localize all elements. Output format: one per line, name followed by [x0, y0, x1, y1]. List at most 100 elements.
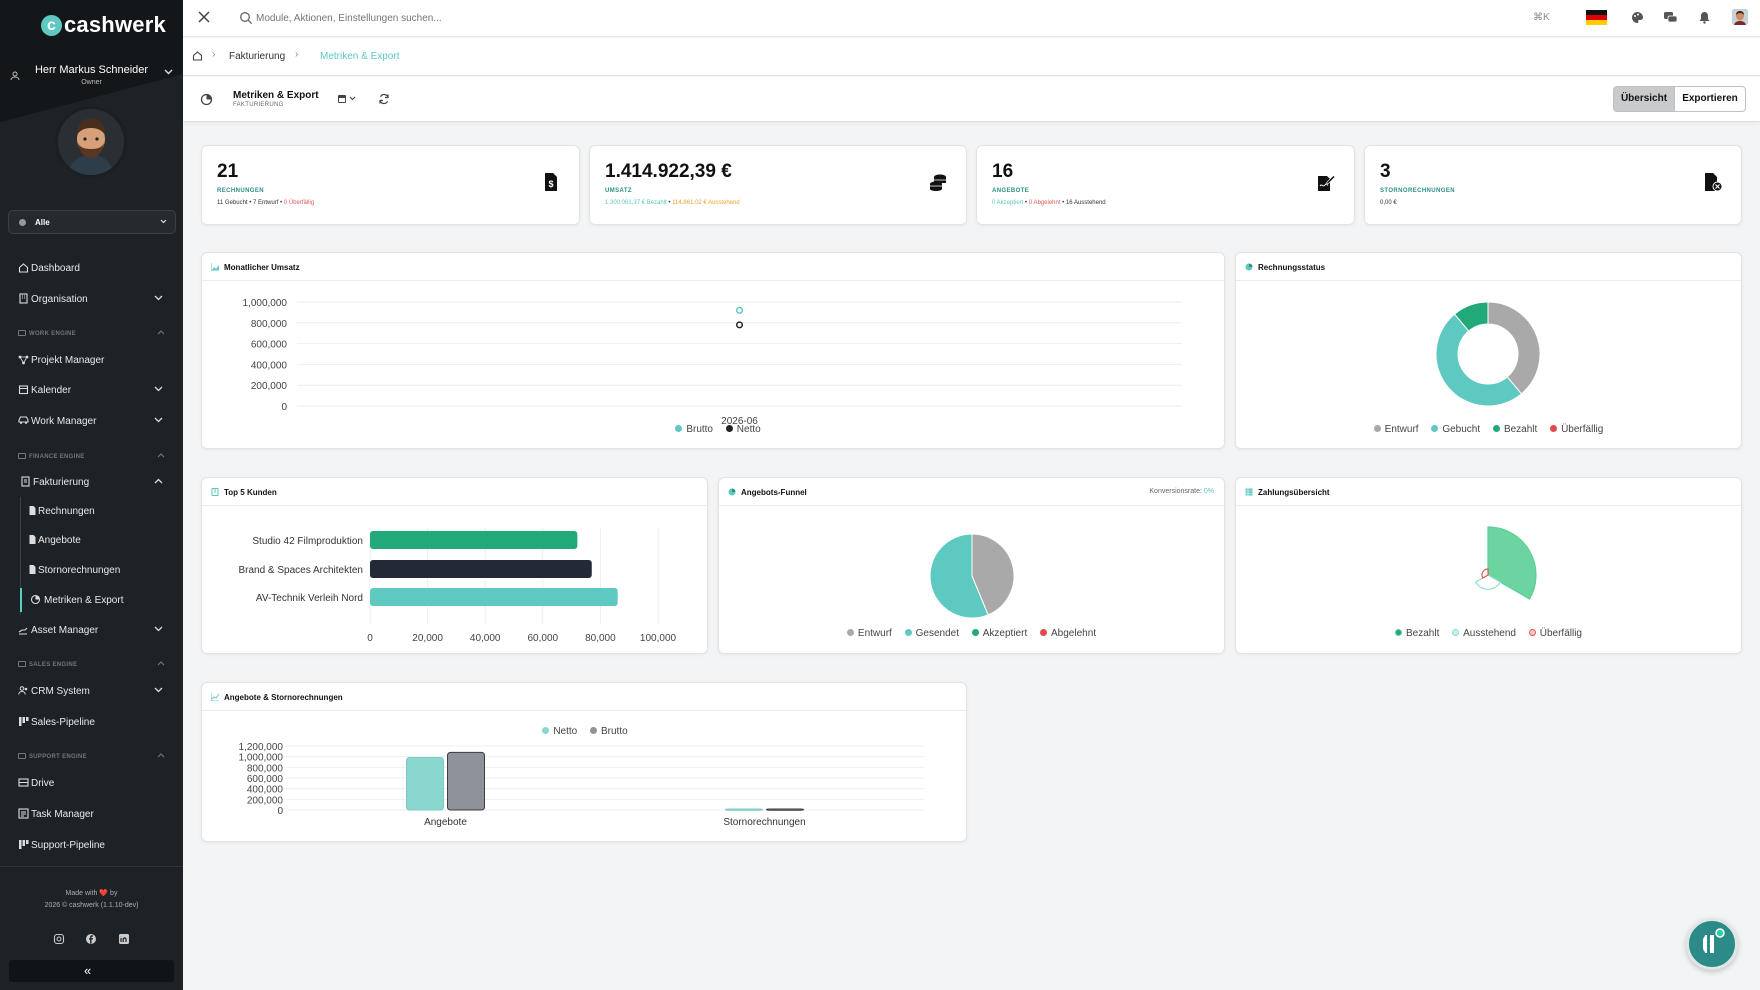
legend-item[interactable]: Entwurf: [846, 628, 892, 639]
legend-item[interactable]: Überfällig: [1528, 628, 1582, 639]
sidebar-footer: Made with ❤️ by 2026 © cashwerk (1.1.10-…: [0, 888, 183, 912]
legend-item[interactable]: Abgelehnt: [1040, 628, 1096, 639]
panel-offer-funnel: Angebots-Funnel Konversionsrate: 0% Entw…: [718, 477, 1225, 654]
close-icon[interactable]: [197, 10, 211, 24]
legend-item[interactable]: Akzeptiert: [971, 628, 1027, 639]
german-flag-icon[interactable]: [1586, 10, 1607, 25]
kpi-value: 21: [217, 161, 239, 182]
sidebar-item-rechnungen[interactable]: Rechnungen: [0, 499, 183, 523]
collapse-sidebar-button[interactable]: «: [9, 960, 174, 982]
bar: [725, 808, 763, 811]
sidebar-item-fakturierung[interactable]: Fakturierung: [0, 470, 183, 494]
sidebar-divider: [0, 866, 183, 867]
legend-item[interactable]: Brutto: [675, 424, 713, 435]
breadcrumb-item[interactable]: Fakturierung: [229, 51, 285, 62]
palette-icon[interactable]: [1630, 10, 1645, 25]
legend-item[interactable]: Ausstehend: [1452, 628, 1516, 639]
sidebar-item-label: Fakturierung: [33, 477, 90, 488]
user-avatar-small[interactable]: [1732, 9, 1748, 25]
y-tick-label: 800,000: [247, 763, 284, 774]
legend-dot: [971, 629, 979, 636]
bar: [370, 560, 592, 578]
file-icon: [29, 535, 36, 544]
invoice-icon: [21, 476, 30, 487]
legend-item[interactable]: Gesendet: [904, 628, 959, 639]
sidebar-item-label: Work Manager: [31, 416, 97, 427]
chevron-up-icon[interactable]: [157, 330, 165, 335]
tab-exportieren[interactable]: Exportieren: [1674, 86, 1746, 112]
sidebar-item-asset-manager[interactable]: Asset Manager: [0, 618, 183, 642]
sidebar-item-label: Projekt Manager: [31, 355, 105, 366]
chevron-up-icon[interactable]: [157, 661, 165, 666]
home-icon[interactable]: [192, 50, 203, 61]
linkedin-icon[interactable]: [118, 933, 130, 945]
sidebar-item-task-manager[interactable]: Task Manager: [0, 802, 183, 826]
sidebar-item-angebote[interactable]: Angebote: [0, 528, 183, 552]
user-menu[interactable]: Herr Markus Schneider Owner: [0, 58, 183, 92]
sidebar-item-label: Support-Pipeline: [31, 840, 105, 851]
legend-item[interactable]: Entwurf: [1373, 424, 1419, 435]
sidebar-item-work-manager[interactable]: Work Manager: [0, 409, 183, 433]
instagram-icon[interactable]: [53, 933, 65, 945]
y-tick-label: 400,000: [247, 785, 284, 796]
polar-area-chart: [1474, 526, 1537, 600]
sidebar-item-label: Stornorechnungen: [38, 565, 121, 576]
area-chart-icon: [211, 263, 219, 271]
y-tick-label: 1,000,000: [243, 298, 288, 309]
help-button[interactable]: [1686, 918, 1738, 970]
x-tick-label: 20,000: [412, 633, 443, 644]
sidebar-item-dashboard[interactable]: Dashboard: [0, 256, 183, 280]
x-tick-label: Angebote: [424, 817, 467, 828]
section-label: WORK ENGINE: [18, 330, 76, 337]
engine-icon: [18, 661, 26, 667]
sidebar-item-drive[interactable]: Drive: [0, 771, 183, 795]
legend-dot: [1528, 629, 1536, 636]
panel-header: Angebots-Funnel Konversionsrate: 0%: [719, 478, 1224, 506]
calendar-icon: [18, 385, 29, 395]
sidebar-item-stornorechnungen[interactable]: Stornorechnungen: [0, 558, 183, 582]
sidebar-item-label: Angebote: [38, 535, 81, 546]
svg-text:$: $: [548, 179, 553, 189]
kpi-breakdown: 11 Gebucht • 7 Entwurf • 0 Überfällig: [217, 200, 315, 206]
legend-item[interactable]: Bezahlt: [1395, 628, 1439, 639]
legend-item[interactable]: Bezahlt: [1492, 424, 1537, 435]
calendar-dropdown-icon[interactable]: [337, 93, 357, 105]
search-input[interactable]: [256, 8, 556, 28]
chevron-down-icon: [160, 219, 167, 224]
x-tick-label: 0: [367, 633, 373, 644]
sidebar-item-label: Drive: [31, 778, 55, 789]
y-tick-label: 200,000: [247, 795, 284, 806]
bell-icon[interactable]: [1697, 10, 1712, 25]
kpi-value: 16: [992, 161, 1014, 182]
legend-item[interactable]: Netto: [542, 726, 577, 737]
scope-select[interactable]: Alle: [8, 210, 176, 234]
file-cancel-icon: [1705, 173, 1723, 192]
sidebar-item-organisation[interactable]: Organisation: [0, 287, 183, 311]
network-icon: [18, 355, 29, 365]
chat-icon[interactable]: [1663, 10, 1678, 25]
section-label: SUPPORT ENGINE: [18, 753, 87, 760]
pie-chart-icon: [200, 93, 213, 106]
brand-logo[interactable]: c cashwerk: [41, 12, 166, 38]
x-tick-label: Stornorechnungen: [723, 817, 805, 828]
legend-item[interactable]: Überfällig: [1550, 424, 1603, 435]
conversion-rate: Konversionsrate: 0%: [1149, 488, 1214, 495]
facebook-icon[interactable]: [85, 933, 97, 945]
sidebar-item-projekt-manager[interactable]: Projekt Manager: [0, 348, 183, 372]
user-icon: [10, 71, 20, 81]
legend-item[interactable]: Netto: [725, 424, 761, 435]
engine-icon: [18, 753, 26, 759]
refresh-icon[interactable]: [378, 93, 390, 105]
legend-dot: [1550, 425, 1558, 432]
sidebar-item-sales-pipeline[interactable]: Sales-Pipeline: [0, 710, 183, 734]
legend-item[interactable]: Gebucht: [1431, 424, 1480, 435]
legend-item[interactable]: Brutto: [590, 726, 628, 737]
chevron-up-icon[interactable]: [157, 753, 165, 758]
chevron-up-icon[interactable]: [157, 453, 165, 458]
sidebar-item-crm-system[interactable]: CRM System: [0, 679, 183, 703]
sidebar-item-kalender[interactable]: Kalender: [0, 378, 183, 402]
sidebar-item-support-pipeline[interactable]: Support-Pipeline: [0, 833, 183, 857]
legend-dot: [904, 629, 912, 636]
tab-uebersicht[interactable]: Übersicht: [1613, 86, 1675, 112]
sidebar-item-metriken-export[interactable]: Metriken & Export: [0, 588, 183, 612]
